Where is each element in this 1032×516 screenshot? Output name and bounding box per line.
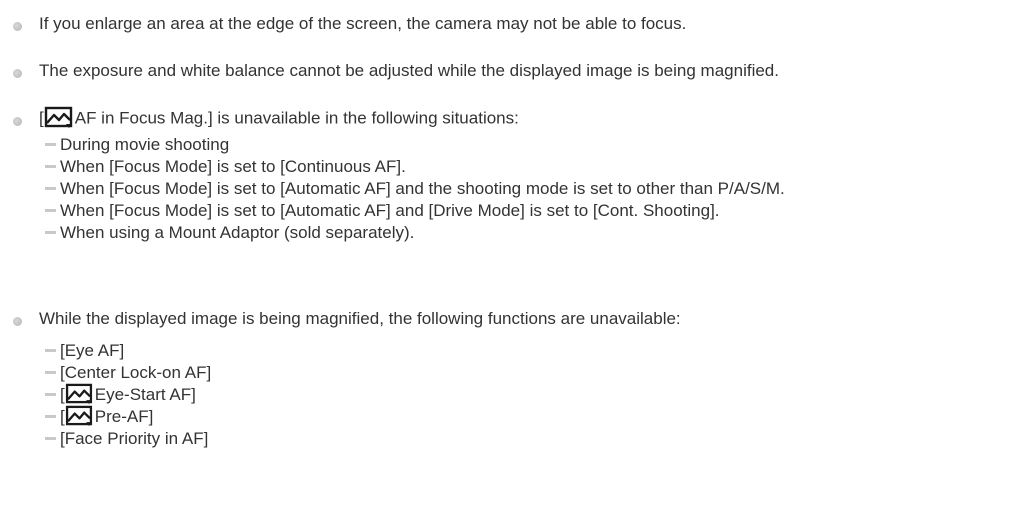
note-text-main: AF in Focus Mag.] is unavailable in the … [74,108,519,128]
list-item: When [Focus Mode] is set to [Automatic A… [45,200,785,222]
unavailable-functions-list: [Eye AF] [Center Lock-on AF] [ Eye-Start… [45,340,211,450]
still-image-icon [65,383,92,405]
still-image-icon [65,405,92,427]
dash-icon [45,209,56,213]
bullet-icon [13,69,22,78]
bullet-icon [13,22,22,31]
dash-icon [45,393,56,397]
still-image-icon [44,106,72,128]
dash-icon [45,437,56,441]
dash-icon [45,187,56,191]
list-item: [Face Priority in AF] [45,428,211,450]
page: If you enlarge an area at the edge of th… [0,0,1032,516]
list-item: When [Focus Mode] is set to [Continuous … [45,156,785,178]
dash-icon [45,231,56,235]
list-item: [Eye AF] [45,340,211,362]
note-text: The exposure and white balance cannot be… [39,61,779,80]
note-text: [ AF in Focus Mag.] is unavailable in th… [39,106,519,130]
list-item: During movie shooting [45,134,785,156]
dash-icon [45,143,56,147]
list-item: [ Eye-Start AF] [45,383,211,406]
dash-icon [45,371,56,375]
note-text: While the displayed image is being magni… [39,309,681,328]
dash-icon [45,415,56,419]
bullet-icon [13,317,22,326]
dash-icon [45,165,56,169]
list-item: When [Focus Mode] is set to [Automatic A… [45,178,785,200]
unavailable-situations-list: During movie shooting When [Focus Mode] … [45,134,785,244]
bullet-icon [13,117,22,126]
list-item: When using a Mount Adaptor (sold separat… [45,222,785,244]
note-text: If you enlarge an area at the edge of th… [39,14,687,33]
dash-icon [45,349,56,353]
list-item: [ Pre-AF] [45,405,211,428]
list-item: [Center Lock-on AF] [45,362,211,384]
